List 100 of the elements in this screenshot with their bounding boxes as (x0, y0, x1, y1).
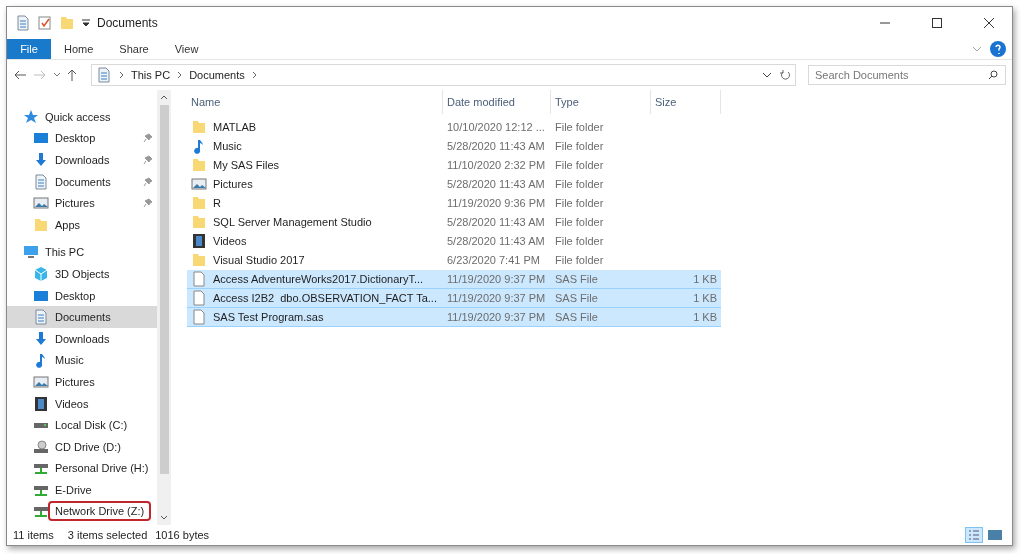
document-icon (33, 309, 49, 326)
date-cell-text: 6/23/2020 7:41 PM (446, 254, 541, 266)
name-cell: R (187, 195, 443, 211)
sidebar-label: Desktop (55, 132, 96, 145)
name-cell: Music (187, 138, 443, 154)
search-field[interactable]: Search Documents (808, 65, 1006, 85)
ribbon-tab[interactable]: File (7, 39, 51, 59)
sidebar-label: Videos (55, 397, 89, 410)
sidebar-item[interactable]: Documents (7, 306, 157, 328)
date-cell-text: 11/19/2020 9:37 PM (446, 311, 547, 323)
pin-icon[interactable] (143, 176, 153, 187)
sidebar-item[interactable]: E-Drive (7, 479, 157, 501)
type-cell-text: File folder (554, 235, 605, 247)
name-cell: Visual Studio 2017 (187, 252, 443, 268)
thumbnail-view-button[interactable] (986, 527, 1004, 543)
ribbon-tab[interactable]: Home (51, 39, 107, 59)
scrollbar[interactable] (157, 90, 171, 525)
scroll-up-icon[interactable] (160, 93, 168, 101)
expand-ribbon-icon[interactable] (972, 45, 982, 53)
sidebar-label: E-Drive (55, 483, 92, 496)
details-view-button[interactable] (965, 527, 983, 543)
column-header[interactable]: Size (651, 90, 721, 114)
properties-icon[interactable] (37, 15, 53, 31)
sidebar-item[interactable]: CD Drive (D:) (7, 435, 157, 458)
up-button[interactable] (67, 68, 77, 82)
file-row[interactable]: Pictures 5/28/2020 11:43 AM File folder (187, 175, 721, 194)
address-bar[interactable]: This PC Documents (91, 64, 796, 86)
pin-icon[interactable] (143, 198, 153, 209)
name-cell: My SAS Files (187, 157, 443, 173)
file-row[interactable]: Videos 5/28/2020 11:43 AM File folder (187, 232, 721, 251)
sidebar-item[interactable]: This PC (7, 241, 157, 264)
folder-icon (33, 216, 49, 233)
document-icon (15, 15, 31, 31)
date-cell-text: 5/28/2020 11:43 AM (446, 235, 546, 247)
sidebar-label: Quick access (45, 110, 111, 123)
dropdown-icon[interactable] (81, 18, 91, 28)
column-header[interactable]: Date modified (443, 90, 551, 114)
sidebar-item[interactable]: Downloads (7, 149, 157, 171)
refresh-icon[interactable] (779, 69, 791, 81)
file-row[interactable]: Access AdventureWorks2017.DictionaryT... 11/19/2020 9:37 PM SAS File 1 KB (187, 270, 721, 289)
sidebar-item[interactable]: Network Drive (Z:) (7, 500, 157, 523)
ribbon-tab[interactable]: View (161, 39, 212, 59)
sidebar-item[interactable]: Videos (7, 392, 157, 415)
sidebar-item[interactable]: Quick access (7, 106, 157, 128)
name-cell: Access AdventureWorks2017.DictionaryT... (187, 271, 443, 287)
film-icon (33, 395, 49, 412)
chevron-icon (119, 71, 124, 79)
type-cell-text: File folder (554, 197, 605, 209)
sidebar-item[interactable]: Desktop (7, 127, 157, 150)
sidebar-label: Desktop (55, 289, 96, 302)
pin-icon[interactable] (143, 133, 153, 144)
sidebar-label: Pictures (55, 375, 95, 388)
sidebar-label: Pictures (55, 197, 95, 210)
date-cell-text: 5/28/2020 11:43 AM (446, 140, 546, 152)
download-icon (33, 330, 49, 347)
file-row[interactable]: Music 5/28/2020 11:43 AM File folder (187, 137, 721, 156)
size-cell-text: 1 KB (692, 273, 718, 285)
file-row[interactable]: MATLAB 10/10/2020 12:12 ... File folder (187, 118, 721, 137)
pin-icon[interactable] (143, 155, 153, 165)
date-cell-text: 11/19/2020 9:37 PM (446, 273, 547, 285)
sidebar-label: Documents (55, 175, 111, 188)
name-cell: Videos (187, 233, 443, 249)
recent-locations-button[interactable] (53, 72, 61, 78)
sidebar-item[interactable]: Personal Drive (H:) (7, 457, 157, 480)
sidebar-label: Local Disk (C:) (55, 419, 128, 432)
breadcrumb[interactable]: Documents (189, 69, 245, 81)
date-cell-text: 11/19/2020 9:37 PM (446, 292, 547, 304)
column-header[interactable]: Name (187, 90, 443, 114)
sidebar-item[interactable]: 3D Objects (7, 263, 157, 285)
help-icon[interactable] (990, 41, 1006, 57)
type-cell-text: File folder (554, 216, 605, 228)
maximize-icon (932, 18, 942, 28)
file-row[interactable]: R 11/19/2020 9:36 PM File folder (187, 194, 721, 213)
column-header[interactable]: Type (551, 90, 651, 114)
sidebar-item[interactable]: Downloads (7, 327, 157, 350)
file-row[interactable]: SAS Test Program.sas 11/19/2020 9:37 PM SAS File 1 KB (187, 308, 721, 327)
ribbon-tab[interactable]: Share (106, 39, 162, 59)
scroll-down-icon[interactable] (160, 514, 168, 522)
sidebar-item[interactable]: Documents (7, 170, 157, 193)
back-button[interactable] (13, 70, 27, 80)
file-row[interactable]: My SAS Files 11/10/2020 2:32 PM File folder (187, 156, 721, 175)
document-icon (33, 173, 49, 190)
folder-icon (191, 252, 207, 268)
sidebar-label: Network Drive (Z:) (48, 501, 152, 522)
sidebar-item[interactable]: Apps (7, 213, 157, 236)
sidebar-item[interactable]: Pictures (7, 192, 157, 214)
breadcrumb[interactable]: This PC (131, 69, 171, 81)
sidebar-item[interactable]: Pictures (7, 371, 157, 393)
dropdown-icon[interactable] (762, 71, 772, 79)
file-row[interactable]: Access I2B2 dbo.OBSERVATION_FACT Ta... 11/19/2020 9:37 PM SAS File 1 KB (187, 289, 721, 308)
close-icon (984, 18, 994, 28)
item-count: 11 items (13, 529, 54, 541)
sidebar-item[interactable]: Local Disk (C:) (7, 414, 157, 436)
sidebar-item[interactable]: Music (7, 349, 157, 372)
size-cell-text: 1 KB (692, 292, 718, 304)
file-row[interactable]: Visual Studio 2017 6/23/2020 7:41 PM File folder (187, 251, 721, 270)
type-cell-text: SAS File (554, 311, 599, 323)
type-cell-text: File folder (554, 140, 605, 152)
sidebar-item[interactable]: Desktop (7, 284, 157, 307)
file-row[interactable]: SQL Server Management Studio 5/28/2020 11:43 AM File folder (187, 213, 721, 232)
